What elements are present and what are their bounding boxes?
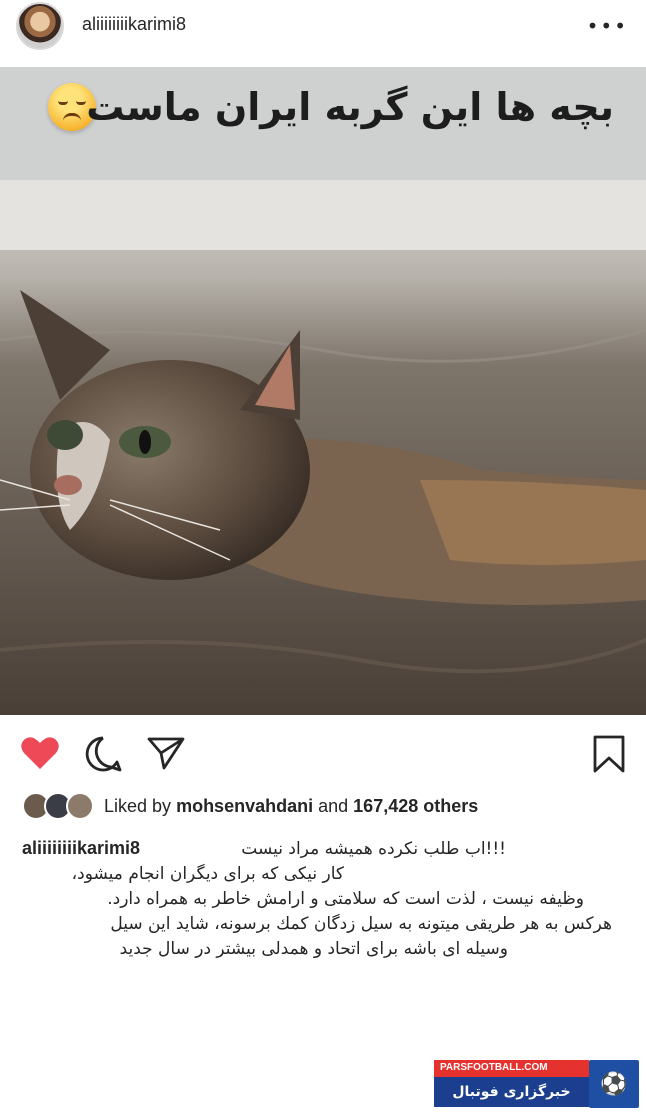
caption-username[interactable]: aliiiiiiiikarimi8 <box>22 836 140 861</box>
post-username[interactable]: aliiiiiiiikarimi8 <box>82 14 186 35</box>
caption-line: !!!اب طلب نکرده همیشه مراد نیست <box>241 839 506 859</box>
caption-line: هرکس به هر طریقی میتونه به سیل زدگان کمك… <box>110 914 612 934</box>
likes-count-link[interactable]: 167,428 others <box>353 796 478 816</box>
image-banner: بچه ها این گربه ایران ماست <box>0 67 646 180</box>
watermark-site: PARSFOOTBALL.COM <box>434 1060 589 1077</box>
likes-row[interactable]: Liked by mohsenvahdani and 167,428 other… <box>22 790 622 824</box>
bookmark-icon[interactable] <box>592 735 626 773</box>
banner-text: بچه ها این گربه ایران ماست <box>86 85 614 129</box>
comment-icon[interactable] <box>84 735 122 773</box>
caption-line: وظیفه نیست ، لذت است که سلامتی و ارامش خ… <box>107 889 584 909</box>
first-liker-link[interactable]: mohsenvahdani <box>176 796 313 816</box>
wet-cat-photo <box>0 180 646 715</box>
post-image[interactable]: بچه ها این گربه ایران ماست <box>0 67 646 715</box>
post-caption: aliiiiiiiikarimi8 !!!اب طلب نکرده همیشه … <box>22 836 622 962</box>
share-icon[interactable] <box>146 735 186 771</box>
footballer-logo-icon: ⚽ <box>589 1060 639 1108</box>
liker-avatar <box>66 792 94 820</box>
action-bar <box>0 725 646 781</box>
watermark-name: خبرگزاری فوتبال ایران <box>434 1077 589 1119</box>
caption-line: کار نیکی که برای دیگران انجام میشود، <box>71 864 344 884</box>
likes-text: Liked by mohsenvahdani and 167,428 other… <box>104 796 478 817</box>
avatar[interactable] <box>16 2 64 50</box>
parsfootball-watermark: PARSFOOTBALL.COM خبرگزاری فوتبال ایران ⚽ <box>434 1060 639 1119</box>
heart-filled-icon[interactable] <box>20 735 60 771</box>
caption-line: وسیله ای باشه برای اتحاد و همدلی بیشتر د… <box>119 939 508 959</box>
likes-joiner: and <box>318 796 349 816</box>
post-header: aliiiiiiiikarimi8 ••• <box>0 0 646 52</box>
more-dots-icon[interactable]: ••• <box>587 14 628 38</box>
likes-prefix: Liked by <box>104 796 172 816</box>
